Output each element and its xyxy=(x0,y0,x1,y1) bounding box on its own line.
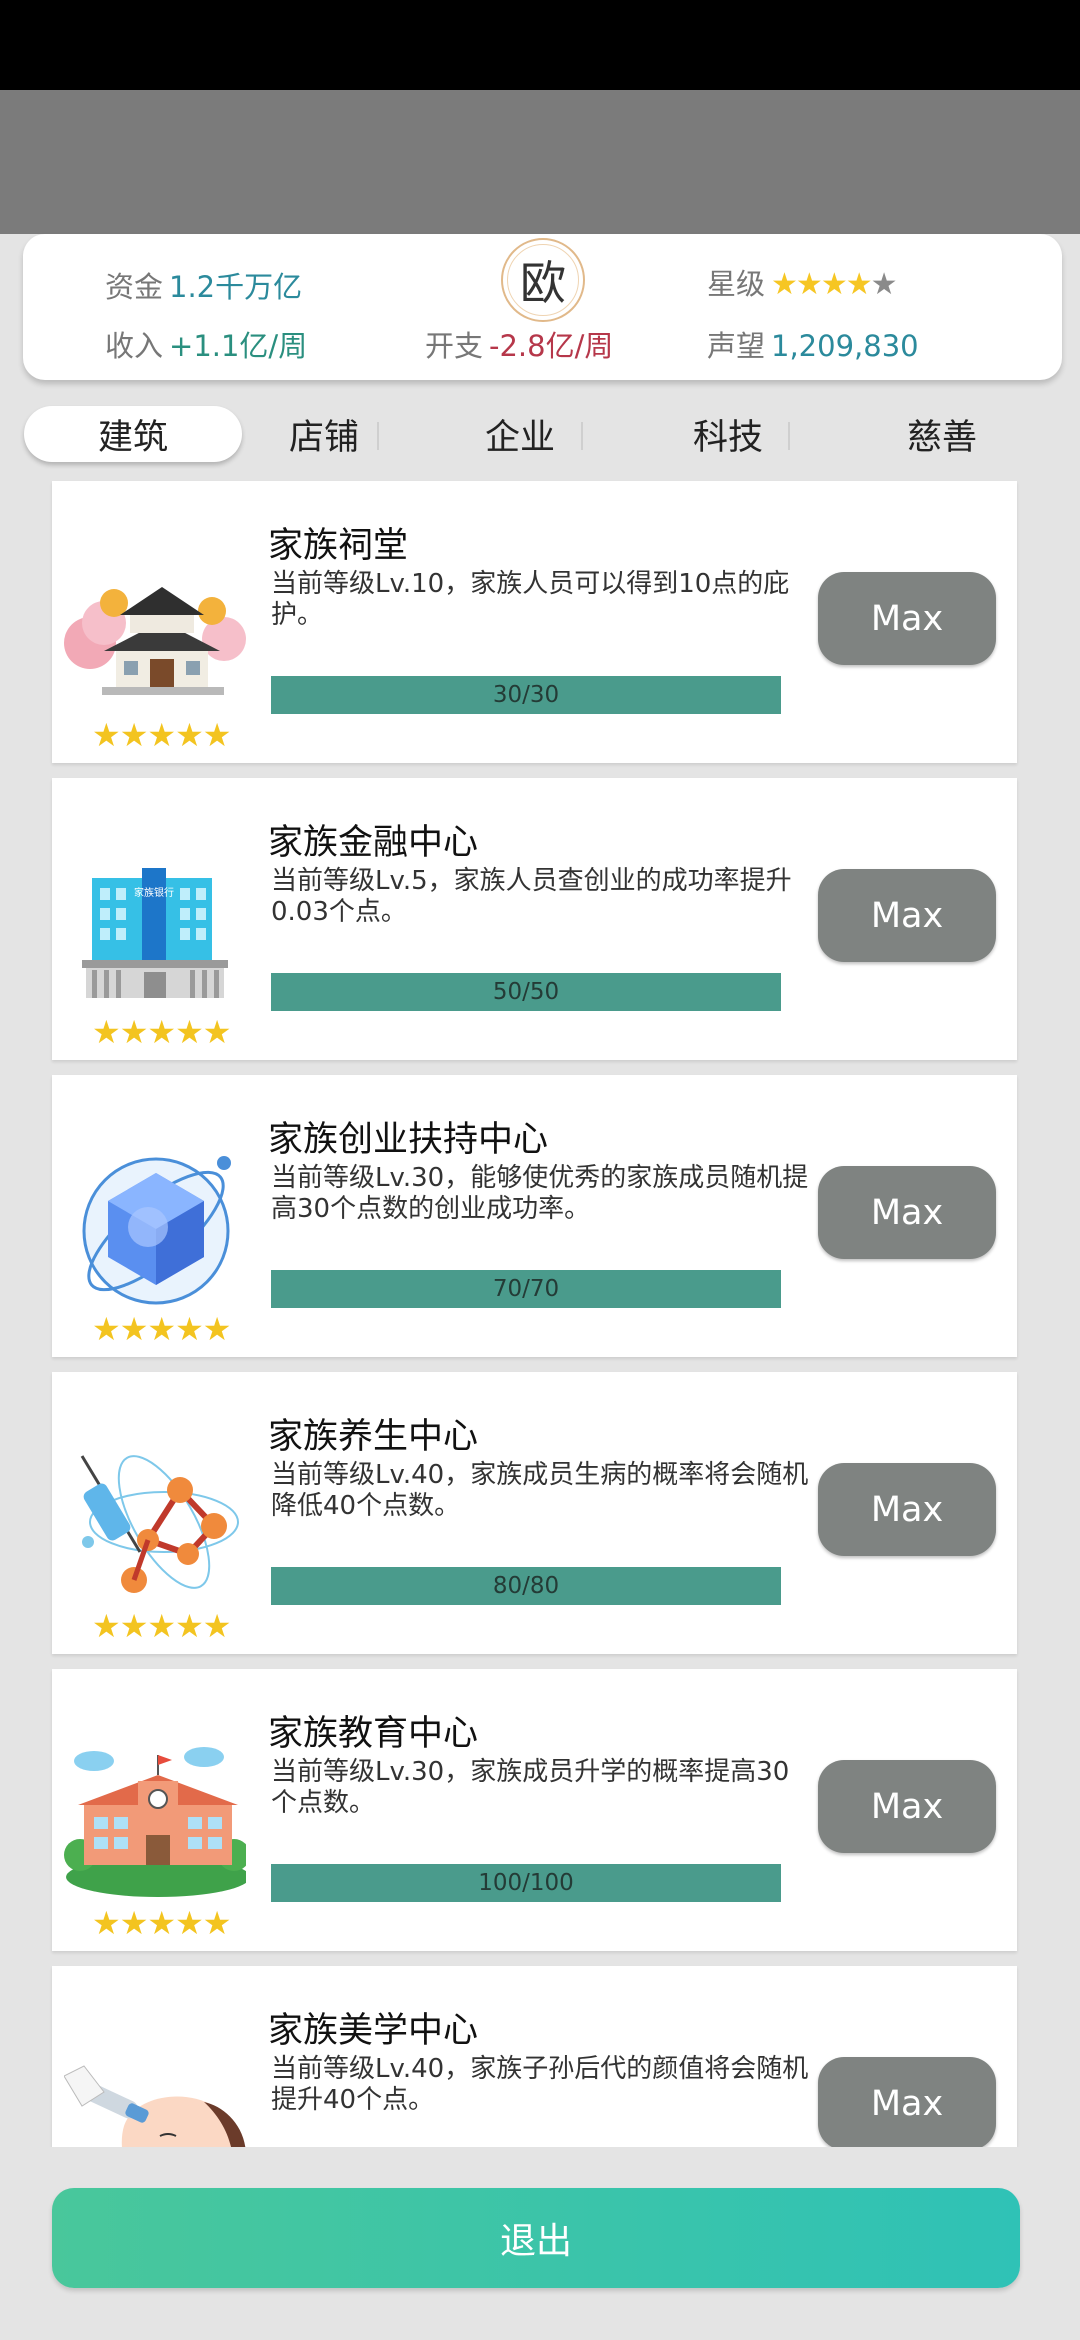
card-rating-stars: ★★★★★ xyxy=(92,1607,231,1645)
star-rating-icons: ★★★★★ xyxy=(771,267,898,302)
star-empty-icon: ★ xyxy=(870,267,898,302)
building-title: 家族创业扶持中心 xyxy=(268,1120,549,1160)
star-filled-icon: ★ xyxy=(845,267,873,302)
max-level-button[interactable]: Max xyxy=(818,1463,996,1556)
prestige-label: 声望 xyxy=(707,329,766,363)
prestige-stat: 声望 1,209,830 xyxy=(707,323,919,365)
card-rating-stars: ★★★★★ xyxy=(92,716,231,754)
luck-badge-text: 欧 xyxy=(520,256,566,310)
stats-panel: 资金 1.2千万亿 收入 +1.1亿/周 欧 开支 -2.8亿/周 星级 ★★★★★ 声… xyxy=(23,234,1062,380)
building-description: 当前等级Lv.5，家族人员查创业的成功率提升0.03个点。 xyxy=(271,866,792,927)
income-stat: 收入 +1.1亿/周 xyxy=(105,323,307,365)
building-description: 当前等级Lv.30，家族成员升学的概率提高30个点数。 xyxy=(271,1757,790,1818)
star-filled-icon: ★ xyxy=(820,267,848,302)
max-level-button[interactable]: Max xyxy=(818,2057,996,2147)
funds-stat: 资金 1.2千万亿 xyxy=(105,264,302,306)
tab-buildings[interactable]: 建筑 xyxy=(24,406,242,462)
crystal-orb-icon xyxy=(82,1156,231,1305)
upgrade-progress-bar: 50/50 xyxy=(271,973,781,1011)
beauty-treatment-icon xyxy=(64,2065,246,2147)
max-level-button[interactable]: Max xyxy=(818,1166,996,1259)
upgrade-progress-bar: 100/100 xyxy=(271,1864,781,1902)
tab-divider xyxy=(581,422,583,450)
star-rating-stat: 星级 ★★★★★ xyxy=(707,261,898,303)
tab-divider xyxy=(788,422,790,450)
star-filled-icon: ★ xyxy=(795,267,823,302)
bank-building-icon: 家族银行 xyxy=(82,868,228,998)
building-description: 当前等级Lv.10，家族人员可以得到10点的庇护。 xyxy=(271,569,790,630)
funds-label: 资金 xyxy=(105,270,164,304)
bank-sign-text: 家族银行 xyxy=(134,886,174,899)
income-value: +1.1亿/周 xyxy=(169,329,308,363)
tab-enterprises[interactable]: 企业 xyxy=(460,406,580,462)
building-list[interactable]: ★★★★★ 家族祠堂 当前等级Lv.10，家族人员可以得到10点的庇护。 30/… xyxy=(0,475,1080,2147)
max-level-button[interactable]: Max xyxy=(818,572,996,665)
exit-button[interactable]: 退出 xyxy=(52,2188,1020,2288)
expense-value: -2.8亿/周 xyxy=(489,329,614,363)
building-card: ★★★★★ 家族祠堂 当前等级Lv.10，家族人员可以得到10点的庇护。 30/… xyxy=(52,481,1017,763)
progress-text: 80/80 xyxy=(492,1573,560,1599)
star-rating-label: 星级 xyxy=(707,267,766,301)
building-description: 当前等级Lv.40，家族成员生病的概率将会随机降低40个点数。 xyxy=(271,1460,809,1521)
building-card: ★★★★★ 家族创业扶持中心 当前等级Lv.30，能够使优秀的家族成员随机提高3… xyxy=(52,1075,1017,1357)
building-description: 当前等级Lv.40，家族子孙后代的颜值将会随机提升40个点。 xyxy=(271,2054,809,2115)
building-title: 家族养生中心 xyxy=(268,1417,479,1457)
building-card: 家族银行 ★★★★★ 家族金融中心 当前等级Lv.5，家族人员查创业的成功率提升… xyxy=(52,778,1017,1060)
income-label: 收入 xyxy=(105,329,164,363)
tab-shops[interactable]: 店铺 xyxy=(264,406,384,462)
prestige-value: 1,209,830 xyxy=(771,329,919,363)
header-band xyxy=(0,90,1080,234)
luck-badge[interactable]: 欧 xyxy=(501,238,585,322)
school-building-icon xyxy=(64,1747,246,1897)
max-level-button[interactable]: Max xyxy=(818,869,996,962)
star-filled-icon: ★ xyxy=(771,267,798,302)
status-bar xyxy=(0,0,1080,90)
building-title: 家族美学中心 xyxy=(268,2011,479,2051)
syringe-molecule-icon xyxy=(80,1455,239,1593)
building-title: 家族祠堂 xyxy=(268,526,409,566)
ancestral-hall-icon xyxy=(64,587,246,695)
building-title: 家族金融中心 xyxy=(268,823,479,863)
card-rating-stars: ★★★★★ xyxy=(92,1904,231,1942)
funds-value: 1.2千万亿 xyxy=(169,270,303,304)
building-card: ★★★★★ 家族养生中心 当前等级Lv.40，家族成员生病的概率将会随机降低40… xyxy=(52,1372,1017,1654)
building-title: 家族教育中心 xyxy=(268,1714,479,1754)
expense-label: 开支 xyxy=(425,329,484,363)
progress-text: 100/100 xyxy=(478,1870,574,1896)
progress-text: 50/50 xyxy=(492,979,560,1005)
card-rating-stars: ★★★★★ xyxy=(92,1310,231,1348)
tab-technology[interactable]: 科技 xyxy=(668,406,788,462)
expense-stat: 开支 -2.8亿/周 xyxy=(425,323,613,365)
category-tabs: 建筑 店铺 企业 科技 慈善 xyxy=(0,400,1080,466)
upgrade-progress-bar: 30/30 xyxy=(271,676,781,714)
upgrade-progress-bar: 80/80 xyxy=(271,1567,781,1605)
building-card: 家族美学中心 当前等级Lv.40，家族子孙后代的颜值将会随机提升40个点。 Ma… xyxy=(52,1966,1017,2147)
tab-divider xyxy=(377,422,379,450)
progress-text: 30/30 xyxy=(492,682,560,708)
building-card: ★★★★★ 家族教育中心 当前等级Lv.30，家族成员升学的概率提高30个点数。… xyxy=(52,1669,1017,1951)
progress-text: 70/70 xyxy=(492,1276,560,1302)
upgrade-progress-bar: 70/70 xyxy=(271,1270,781,1308)
max-level-button[interactable]: Max xyxy=(818,1760,996,1853)
tab-charity[interactable]: 慈善 xyxy=(882,406,1002,462)
card-rating-stars: ★★★★★ xyxy=(92,1013,231,1051)
building-description: 当前等级Lv.30，能够使优秀的家族成员随机提高30个点数的创业成功率。 xyxy=(271,1163,809,1224)
